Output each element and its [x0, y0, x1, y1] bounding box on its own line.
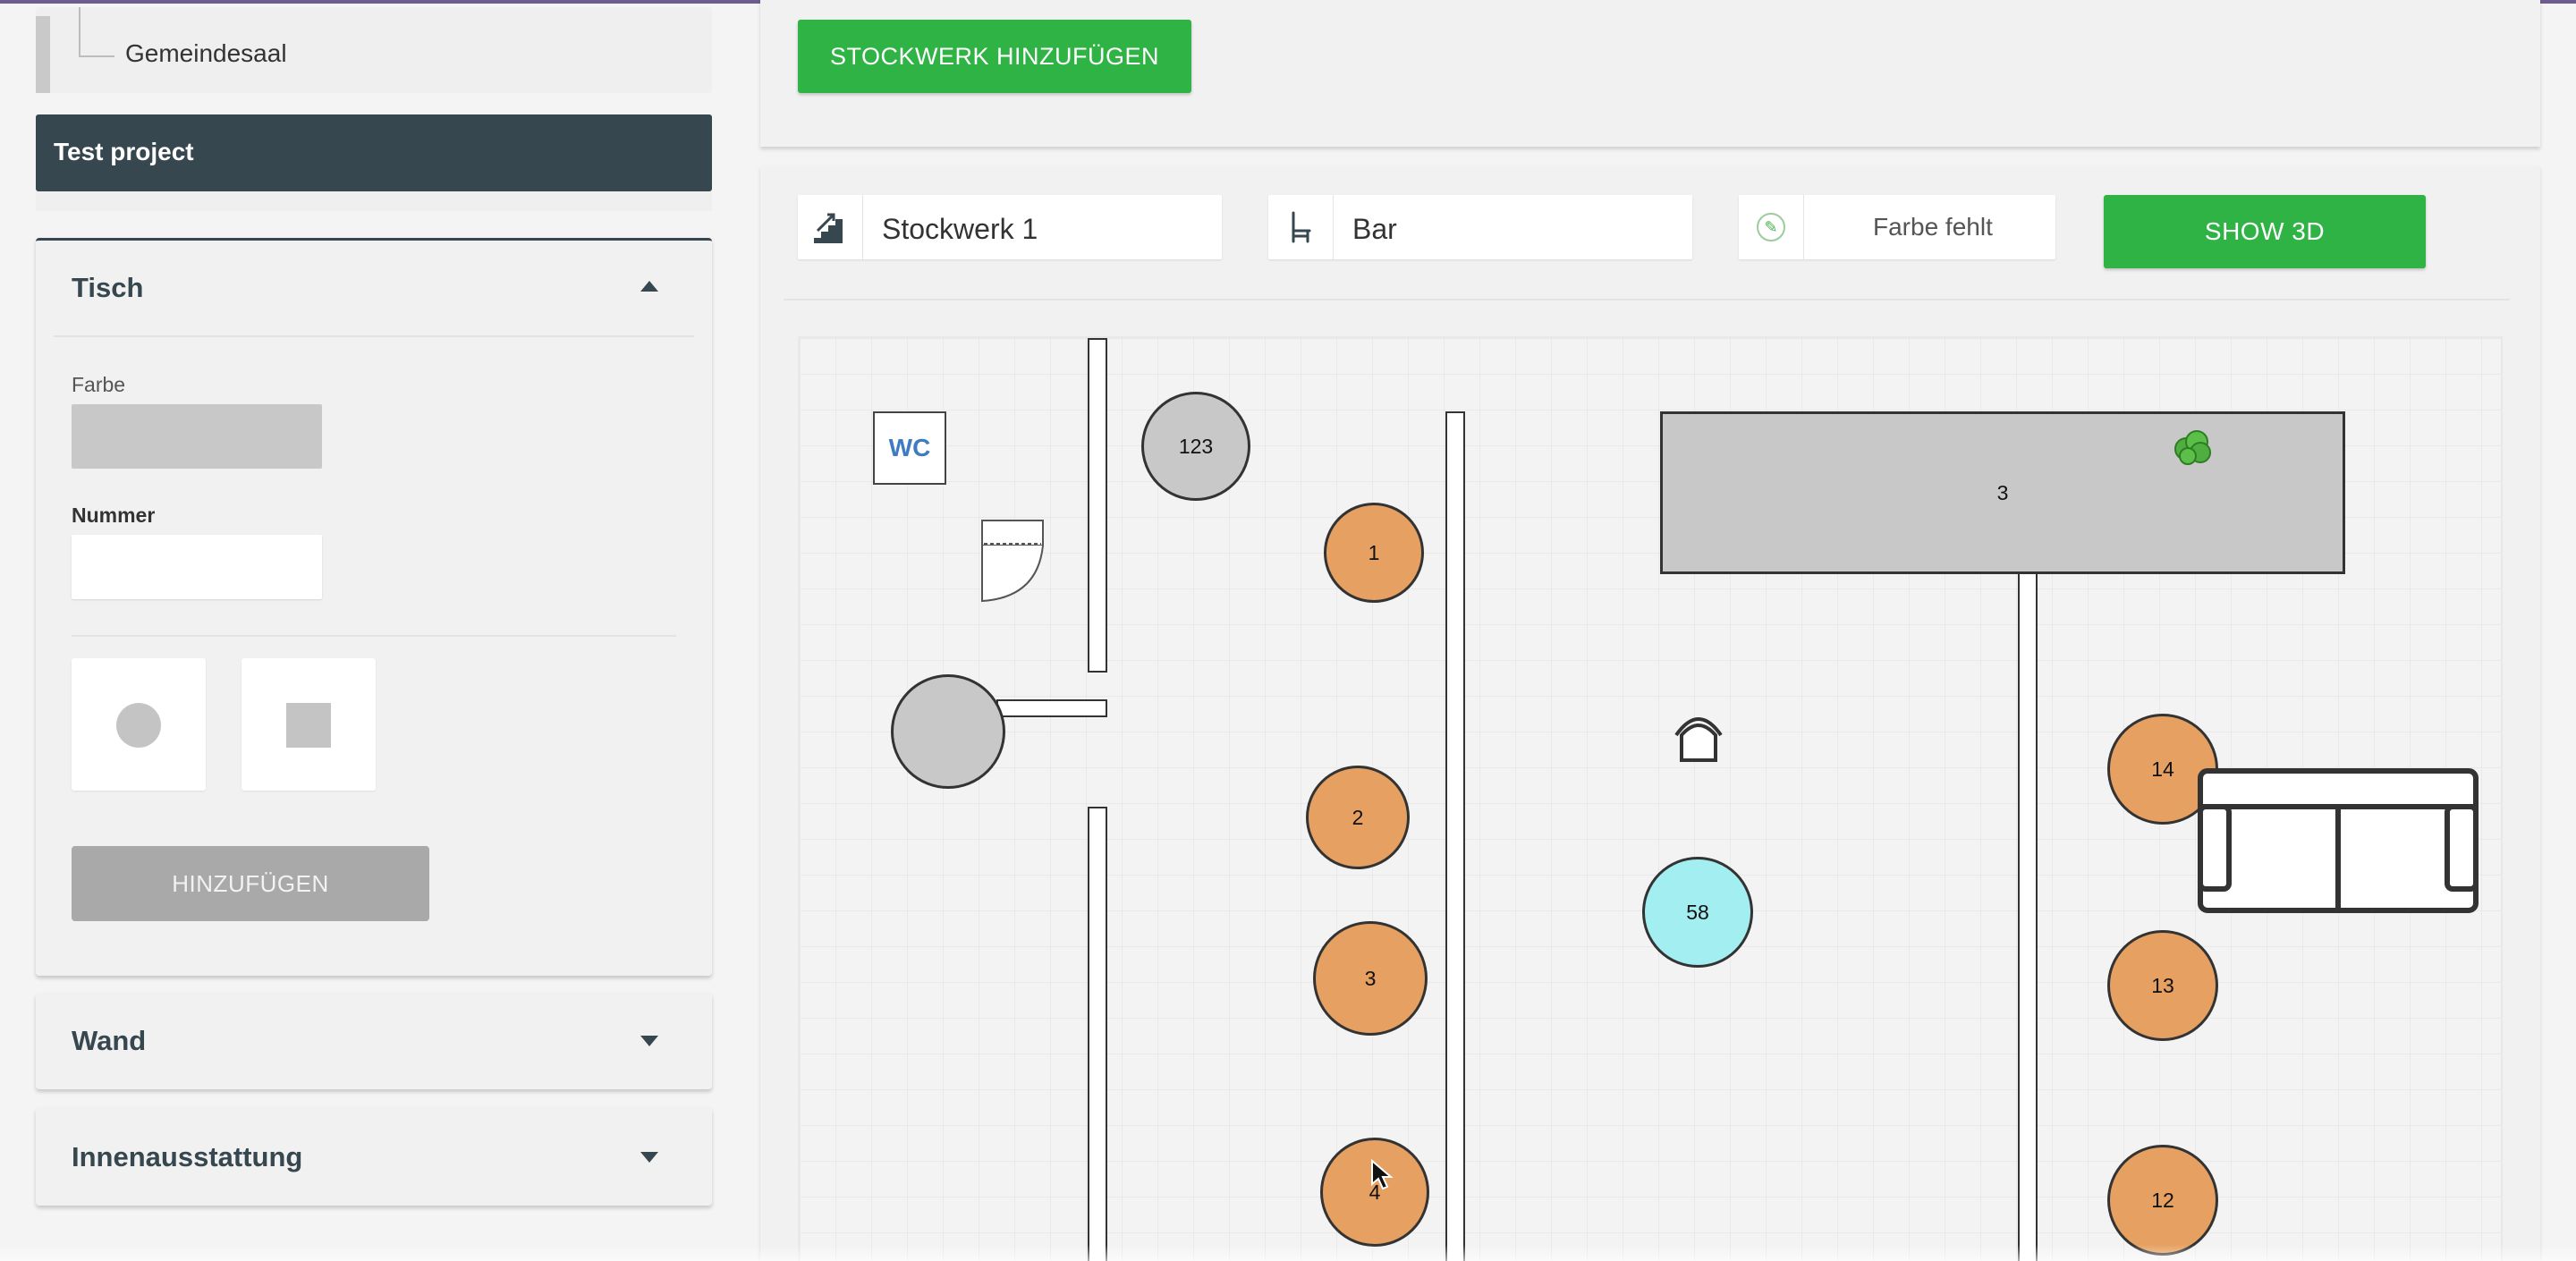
floor-select-value: Stockwerk 1 [882, 213, 1038, 245]
color-select[interactable]: ✎ Farbe fehlt [1739, 195, 2055, 259]
project-label[interactable]: Test project [54, 138, 194, 166]
wall-segment[interactable] [1088, 807, 1107, 1261]
chevron-down-icon[interactable] [640, 1036, 658, 1046]
wc-icon[interactable]: WC [873, 411, 946, 485]
table-58[interactable]: 58 [1642, 857, 1753, 968]
divider [784, 299, 2510, 300]
floorplan-canvas[interactable]: WC 123 1 2 3 4 3 58 14 13 12 [798, 336, 2503, 1261]
tree-indent-bar [36, 16, 50, 93]
pencil-icon: ✎ [1757, 213, 1785, 241]
type-select-value: Bar [1352, 213, 1397, 245]
add-table-button[interactable]: HINZUFÜGEN [72, 846, 429, 921]
chair-icon [1268, 195, 1334, 259]
table-12[interactable]: 12 [2107, 1145, 2218, 1256]
cursor-icon [1371, 1159, 1394, 1190]
add-floor-button[interactable]: STOCKWERK HINZUFÜGEN [798, 20, 1191, 93]
color-select-value: Farbe fehlt [1873, 213, 1993, 241]
panel-wand-title[interactable]: Wand [72, 1025, 146, 1057]
table-2[interactable]: 2 [1306, 766, 1410, 869]
table-3[interactable]: 3 [1313, 921, 1428, 1036]
table-round-unnumbered[interactable] [891, 674, 1005, 789]
stairs-icon [798, 195, 863, 259]
number-input[interactable] [72, 535, 322, 599]
wall-segment[interactable] [1445, 411, 1465, 1261]
table-1[interactable]: 1 [1324, 503, 1424, 603]
bottom-fade [0, 1245, 2576, 1261]
pencil-icon-wrapper: ✎ [1739, 195, 1804, 259]
tree-spacer [36, 191, 712, 211]
panel-tisch-title[interactable]: Tisch [72, 272, 143, 304]
shape-option-square[interactable] [242, 658, 376, 791]
panel-innenausstattung-title[interactable]: Innenausstattung [72, 1141, 302, 1173]
table-123[interactable]: 123 [1141, 392, 1250, 501]
chevron-up-icon[interactable] [640, 281, 658, 292]
table-rect-3[interactable]: 3 [1660, 411, 2345, 574]
wall-segment[interactable] [2018, 572, 2038, 1261]
chevron-down-icon[interactable] [640, 1152, 658, 1163]
divider [72, 635, 676, 637]
show-3d-button[interactable]: SHOW 3D [2104, 195, 2426, 268]
table-4[interactable]: 4 [1320, 1138, 1429, 1247]
door-icon[interactable] [980, 519, 1046, 603]
wall-segment[interactable] [996, 699, 1107, 717]
type-select[interactable]: Bar [1268, 195, 1692, 259]
color-label: Farbe [72, 373, 126, 396]
number-label: Nummer [72, 504, 156, 527]
table-13[interactable]: 13 [2107, 930, 2218, 1041]
square-shape-icon [286, 703, 331, 748]
chair-icon[interactable] [1669, 708, 1728, 767]
shape-option-circle[interactable] [72, 658, 206, 791]
color-picker[interactable] [72, 404, 322, 469]
wall-segment[interactable] [1088, 338, 1107, 673]
tree-item-label[interactable]: Gemeindesaal [125, 39, 287, 68]
divider [54, 335, 694, 337]
floor-select[interactable]: Stockwerk 1 [798, 195, 1222, 259]
circle-shape-icon [116, 703, 161, 748]
tree-connector [79, 7, 114, 57]
sofa-icon[interactable] [2197, 767, 2479, 914]
plant-icon[interactable] [2172, 426, 2216, 470]
